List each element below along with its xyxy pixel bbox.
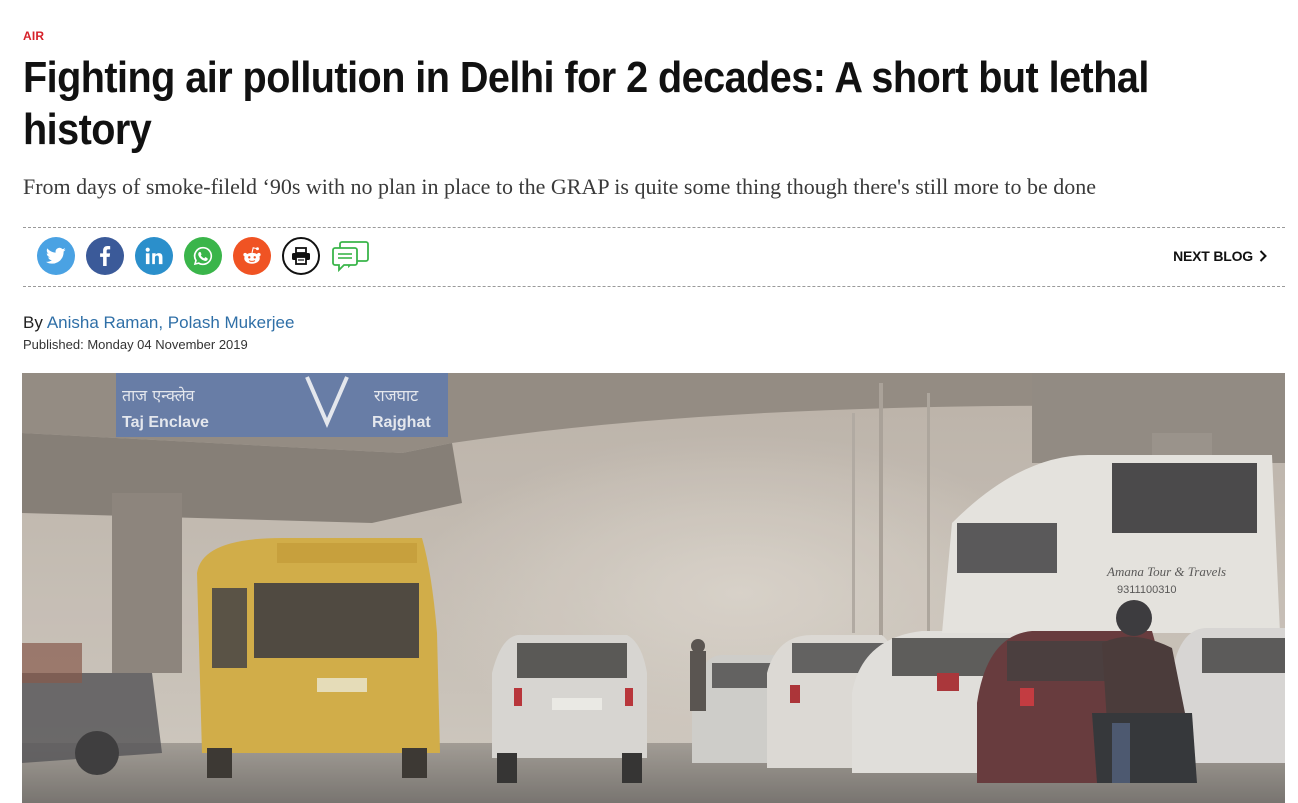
share-bar: NEXT BLOG [23,227,1285,287]
whatsapp-icon[interactable] [184,237,222,275]
print-icon[interactable] [282,237,320,275]
author-links[interactable]: Anisha Raman, Polash Mukerjee [47,313,295,332]
byline-prefix: By [23,313,43,332]
facebook-icon[interactable] [86,237,124,275]
reddit-icon[interactable] [233,237,271,275]
article-subtitle: From days of smoke-fileld ‘90s with no p… [23,174,1097,199]
hero-image: ताज एन्क्लेव Taj Enclave राजघाट Rajghat [22,373,1285,803]
published-date: Published: Monday 04 November 2019 [23,337,248,352]
article-page: AIR Fighting air pollution in Delhi for … [0,0,1298,803]
next-blog-label: NEXT BLOG [1173,248,1253,264]
share-icons [37,237,382,277]
byline: By Anisha Raman, Polash Mukerjee [23,313,294,333]
chevron-right-icon [1259,250,1267,262]
twitter-icon[interactable] [37,237,75,275]
next-blog-link[interactable]: NEXT BLOG [1173,248,1267,264]
comment-icon[interactable] [331,237,371,275]
article-title: Fighting air pollution in Delhi for 2 de… [23,53,1149,154]
category-link[interactable]: AIR [23,29,44,43]
linkedin-icon[interactable] [135,237,173,275]
